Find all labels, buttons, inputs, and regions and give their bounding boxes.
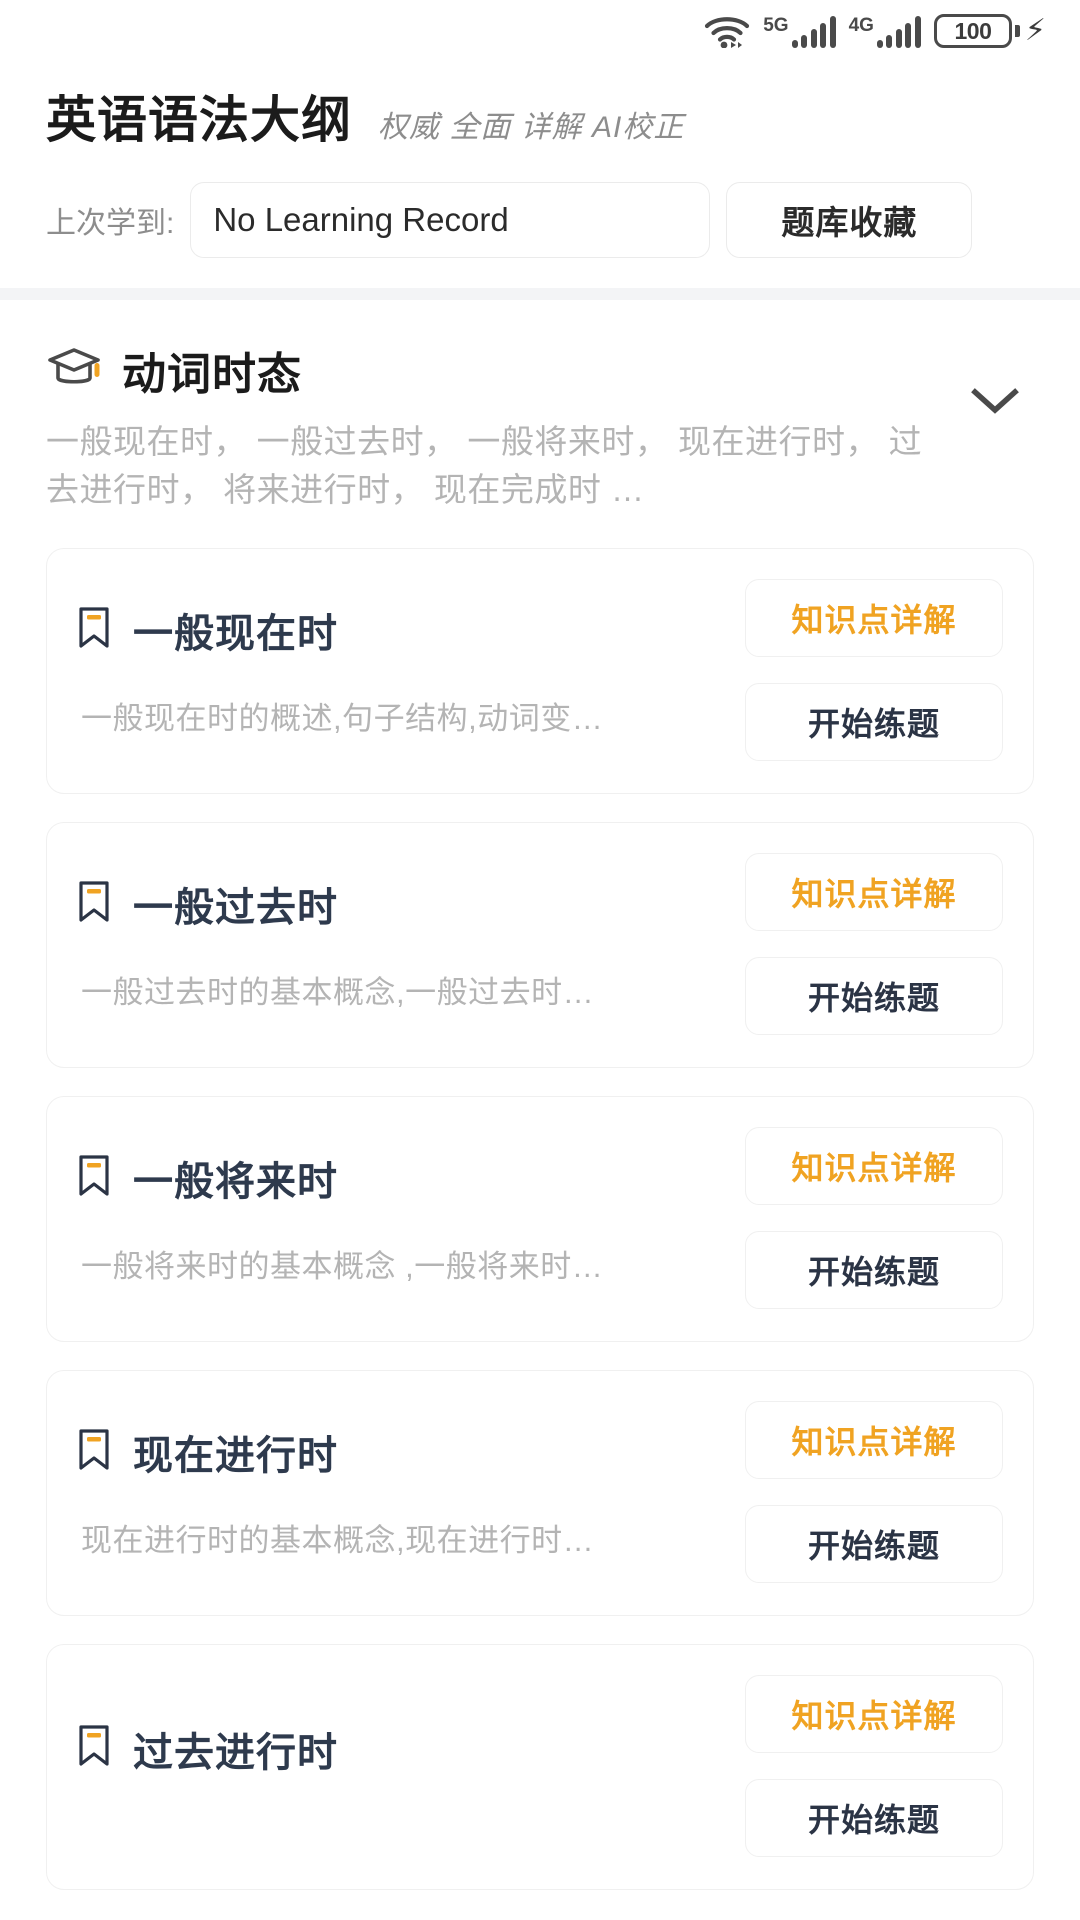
card-title: 现在进行时 xyxy=(133,1434,338,1479)
battery-nub xyxy=(1014,25,1020,37)
bookmark-icon[interactable] xyxy=(77,1154,111,1203)
card-content: 过去进行时 xyxy=(77,1673,727,1859)
card-actions: 知识点详解 开始练题 xyxy=(745,1125,1003,1311)
bookmark-icon[interactable] xyxy=(77,880,111,929)
card-title-row: 一般将来时 xyxy=(77,1149,727,1207)
card-title: 一般将来时 xyxy=(133,1160,338,1205)
card-description: 一般过去时的基本概念,一般过去时… xyxy=(81,975,595,1011)
knowledge-detail-button[interactable]: 知识点详解 xyxy=(745,852,1003,931)
card-title-row: 一般现在时 xyxy=(77,601,727,659)
section-divider xyxy=(0,288,1080,300)
knowledge-detail-button[interactable]: 知识点详解 xyxy=(745,1674,1003,1753)
charging-bolt-icon: ⚡ xyxy=(1024,14,1046,47)
app-header: 英语语法大纲 权威 全面 详解 AI校正 上次学到: No Learning R… xyxy=(0,62,1080,258)
battery-level-label: 100 xyxy=(933,14,1012,48)
section-title-row: 动词时态 xyxy=(46,338,956,402)
bookmark-icon[interactable] xyxy=(77,606,111,655)
table-row[interactable]: 一般过去时 一般过去时的基本概念,一般过去时… 知识点详解 开始练题 xyxy=(46,821,1034,1068)
card-title-row: 过去进行时 xyxy=(77,1720,727,1778)
favorites-button[interactable]: 题库收藏 xyxy=(726,182,973,258)
card-title-row: 一般过去时 xyxy=(77,875,727,933)
card-actions: 知识点详解 开始练题 xyxy=(745,577,1003,763)
wifi-icon xyxy=(704,14,750,48)
last-learned-row: 上次学到: No Learning Record 题库收藏 xyxy=(46,182,1034,258)
table-row[interactable]: 过去进行时 知识点详解 开始练题 xyxy=(46,1643,1034,1890)
card-actions: 知识点详解 开始练题 xyxy=(745,851,1003,1037)
bookmark-icon[interactable] xyxy=(77,1724,111,1773)
bookmark-icon[interactable] xyxy=(77,1428,111,1477)
table-row[interactable]: 一般将来时 一般将来时的基本概念 ,一般将来时… 知识点详解 开始练题 xyxy=(46,1095,1034,1342)
card-content: 现在进行时 现在进行时的基本概念,现在进行时… xyxy=(77,1399,727,1585)
card-title: 一般现在时 xyxy=(133,612,338,657)
card-title: 一般过去时 xyxy=(133,886,338,931)
table-row[interactable]: 现在进行时 现在进行时的基本概念,现在进行时… 知识点详解 开始练题 xyxy=(46,1369,1034,1616)
signal-4g-icon: 4G xyxy=(849,16,921,48)
section-title: 动词时态 xyxy=(122,350,302,399)
signal-4g-label: 4G xyxy=(848,15,874,36)
card-description: 一般现在时的概述,句子结构,动词变… xyxy=(81,701,604,737)
card-content: 一般现在时 一般现在时的概述,句子结构,动词变… xyxy=(77,577,727,763)
tense-card-list: 一般现在时 一般现在时的概述,句子结构,动词变… 知识点详解 开始练题 一般过去… xyxy=(46,547,1034,1890)
card-description: 现在进行时的基本概念,现在进行时… xyxy=(81,1523,595,1559)
card-title-row: 现在进行时 xyxy=(77,1423,727,1481)
start-practice-button[interactable]: 开始练题 xyxy=(745,1230,1003,1309)
table-row[interactable]: 一般现在时 一般现在时的概述,句子结构,动词变… 知识点详解 开始练题 xyxy=(46,547,1034,794)
card-title: 过去进行时 xyxy=(133,1730,338,1775)
graduation-cap-icon xyxy=(46,345,102,396)
collapse-toggle[interactable] xyxy=(956,338,1034,421)
battery-icon: 100 ⚡ xyxy=(933,14,1046,48)
title-row: 英语语法大纲 权威 全面 详解 AI校正 xyxy=(46,80,1034,152)
knowledge-detail-button[interactable]: 知识点详解 xyxy=(745,1400,1003,1479)
section-header-text: 动词时态 一般现在时， 一般过去时， 一般将来时， 现在进行时， 过去进行时， … xyxy=(46,338,956,514)
card-description: 一般将来时的基本概念 ,一般将来时… xyxy=(81,1249,604,1285)
start-practice-button[interactable]: 开始练题 xyxy=(745,1778,1003,1857)
last-learned-field[interactable]: No Learning Record xyxy=(190,182,711,258)
tense-section: 动词时态 一般现在时， 一般过去时， 一般将来时， 现在进行时， 过去进行时， … xyxy=(0,300,1080,1890)
card-content: 一般过去时 一般过去时的基本概念,一般过去时… xyxy=(77,851,727,1037)
page-subtitle: 权威 全面 详解 AI校正 xyxy=(378,111,685,144)
status-icon-group: 5G 4G 100 ⚡ xyxy=(704,14,1046,48)
page-title: 英语语法大纲 xyxy=(46,92,352,148)
start-practice-button[interactable]: 开始练题 xyxy=(745,682,1003,761)
section-description: 一般现在时， 一般过去时， 一般将来时， 现在进行时， 过去进行时， 将来进行时… xyxy=(46,423,923,508)
card-content: 一般将来时 一般将来时的基本概念 ,一般将来时… xyxy=(77,1125,727,1311)
signal-5g-icon: 5G xyxy=(763,15,836,48)
chevron-down-icon xyxy=(969,386,1021,421)
section-header[interactable]: 动词时态 一般现在时， 一般过去时， 一般将来时， 现在进行时， 过去进行时， … xyxy=(46,338,1034,514)
knowledge-detail-button[interactable]: 知识点详解 xyxy=(745,578,1003,657)
card-actions: 知识点详解 开始练题 xyxy=(745,1399,1003,1585)
signal-4g-bars xyxy=(876,16,921,48)
card-actions: 知识点详解 开始练题 xyxy=(745,1673,1003,1859)
signal-5g-bars xyxy=(791,16,836,48)
signal-5g-label: 5G xyxy=(763,15,789,36)
start-practice-button[interactable]: 开始练题 xyxy=(745,956,1003,1035)
last-learned-label: 上次学到: xyxy=(46,207,175,240)
start-practice-button[interactable]: 开始练题 xyxy=(745,1504,1003,1583)
status-bar: 5G 4G 100 ⚡ xyxy=(0,0,1080,62)
knowledge-detail-button[interactable]: 知识点详解 xyxy=(745,1126,1003,1205)
